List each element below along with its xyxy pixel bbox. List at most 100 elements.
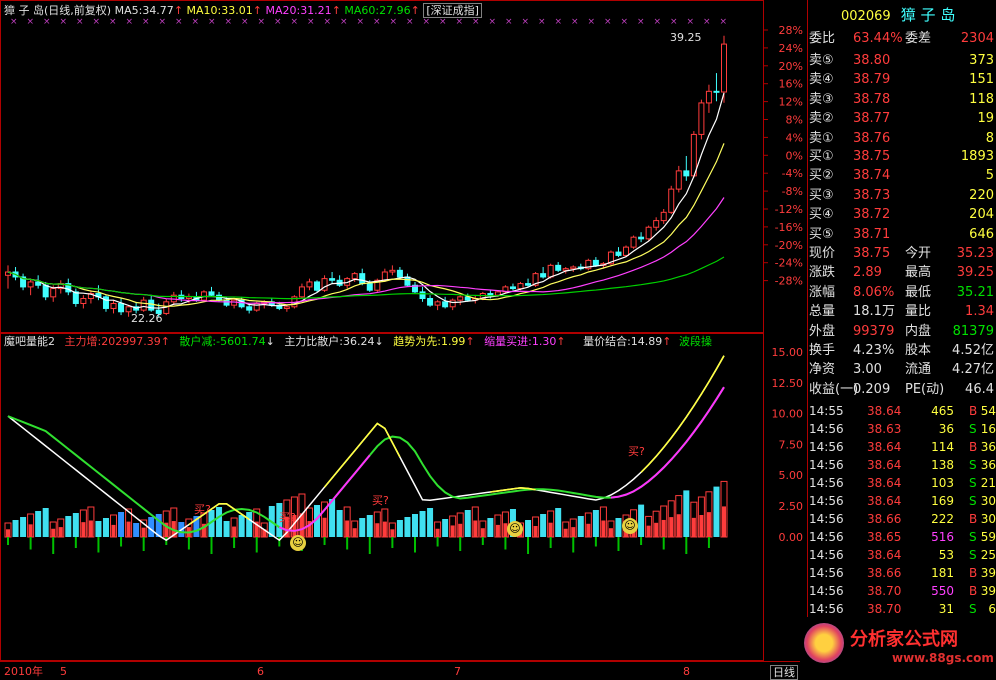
sell-row[interactable]: 卖④ 38.79 151 [807, 71, 996, 89]
tick-bs: B [969, 584, 978, 598]
candle-body [675, 170, 682, 190]
indicator-axis-label: 10.00 [772, 408, 804, 421]
stat-label: 外盘 [809, 323, 836, 339]
buy-signal-label: 买? [194, 503, 211, 516]
wei-cha-label: 委差 [905, 31, 932, 46]
candle-body [381, 271, 388, 281]
x-marker: × [637, 17, 645, 27]
buy-row[interactable]: 买② 38.74 5 [807, 167, 996, 185]
indicator-yellow-line [640, 355, 725, 473]
volume-bar-fill [480, 528, 485, 537]
buy-row[interactable]: 买③ 38.73 220 [807, 187, 996, 205]
stat-row[interactable]: 现价 38.75 今开 35.23 [807, 245, 996, 263]
stat-row[interactable]: 收益(一) 0.209 PE(动) 46.4 [807, 381, 996, 399]
volume-bar-fill [58, 527, 63, 537]
volume-bar-fill [586, 523, 591, 537]
tick-time: 14:55 [809, 404, 844, 418]
buy-row[interactable]: 买④ 38.72 204 [807, 206, 996, 224]
stat-row[interactable]: 换手 4.23% 股本 4.52亿 [807, 342, 996, 360]
tick-row: 14:55 38.64 465 B 54 [807, 402, 996, 420]
x-marker: × [538, 17, 546, 27]
volume-bar-fill [322, 517, 327, 537]
volume-bar [427, 508, 434, 537]
buy-row[interactable]: 买① 38.75 1893 [807, 148, 996, 166]
stat-label: 最高 [905, 265, 932, 281]
volume-bar-fill [28, 524, 33, 537]
x-marker: × [423, 17, 431, 27]
candle-body [314, 281, 321, 291]
tick-volume: 114 [931, 440, 954, 454]
volume-bar [118, 512, 125, 537]
volume-bar-fill [676, 514, 681, 537]
candle-body [306, 281, 313, 288]
candle-body [434, 301, 441, 306]
tick-time: 14:56 [809, 440, 844, 454]
stat-row[interactable]: 净资 3.00 流通 4.27亿 [807, 361, 996, 379]
tick-count: 21 [980, 476, 996, 490]
stat-row[interactable]: 涨跌 2.89 最高 39.25 [807, 264, 996, 282]
sell-row[interactable]: 卖③ 38.78 118 [807, 91, 996, 109]
x-marker: × [439, 17, 447, 27]
order-label: 卖④ [809, 72, 834, 88]
tick-bs: S [969, 458, 977, 472]
x-marker: × [489, 17, 497, 27]
x-marker: × [555, 17, 563, 27]
tick-price: 38.70 [867, 602, 902, 616]
volume-bar [12, 520, 19, 537]
period-label: (日线,前复权) [44, 4, 112, 17]
price-panel-frame [0, 0, 764, 333]
sell-row[interactable]: 卖⑤ 38.80 373 [807, 52, 996, 70]
x-marker: × [208, 17, 216, 27]
stat-label: 涨幅 [809, 284, 836, 300]
tick-price: 38.65 [867, 530, 902, 544]
candle-body [540, 273, 547, 278]
buy-row[interactable]: 买⑤ 38.71 646 [807, 226, 996, 244]
volume-bar-fill [608, 528, 613, 537]
order-volume: 373 [969, 53, 994, 68]
x-marker: × [93, 17, 101, 27]
buy-signal-label: 买? [279, 511, 296, 524]
stat-label: 换手 [809, 343, 836, 358]
candle-body [555, 264, 562, 271]
volume-bar-fill [533, 526, 538, 537]
price-axis-label: -24% [775, 257, 803, 270]
x-marker: × [175, 17, 183, 27]
tick-row: 14:56 38.65 516 S 59 [807, 528, 996, 546]
stat-row[interactable]: 涨幅 8.06% 最低 35.21 [807, 284, 996, 302]
index-button[interactable]: [深证成指] [423, 3, 482, 18]
tick-volume: 138 [931, 458, 954, 472]
candle-body [630, 236, 637, 248]
tick-volume: 550 [931, 584, 954, 598]
candle-body [713, 90, 720, 93]
period-button[interactable]: 日线 [770, 665, 798, 680]
stat-row[interactable]: 总量 18.1万 量比 1.34 [807, 303, 996, 321]
order-volume: 204 [969, 207, 994, 223]
stat-value: 35.21 [956, 284, 994, 300]
volume-bar-fill [232, 526, 237, 537]
volume-bar-fill [706, 512, 711, 537]
ratio-label: 主力比散户:36.24 [284, 335, 375, 348]
tick-count: 30 [980, 494, 996, 508]
tick-volume: 222 [931, 512, 954, 526]
sell-row[interactable]: 卖② 38.77 19 [807, 110, 996, 128]
volume-bar-fill [382, 521, 387, 537]
x-marker: × [670, 17, 678, 27]
x-marker: × [142, 17, 150, 27]
volume-bar [396, 520, 403, 537]
tick-row: 14:56 38.66 222 B 30 [807, 510, 996, 528]
volume-bar [525, 520, 532, 537]
stat-row[interactable]: 外盘 99379 内盘 81379 [807, 323, 996, 341]
candle-body [449, 299, 456, 308]
sell-row[interactable]: 卖① 38.76 8 [807, 130, 996, 148]
x-marker: × [43, 17, 51, 27]
candle-body [351, 273, 358, 280]
year-label: 2010年 [4, 665, 43, 678]
tick-time: 14:56 [809, 548, 844, 562]
price-axis-label: -16% [775, 221, 803, 234]
tick-time: 14:56 [809, 422, 844, 436]
x-marker: × [10, 17, 18, 27]
volume-bar-fill [450, 525, 455, 537]
volume-bar-fill [6, 529, 10, 537]
tick-volume: 516 [931, 530, 954, 544]
stat-label: PE(动) [905, 381, 945, 397]
